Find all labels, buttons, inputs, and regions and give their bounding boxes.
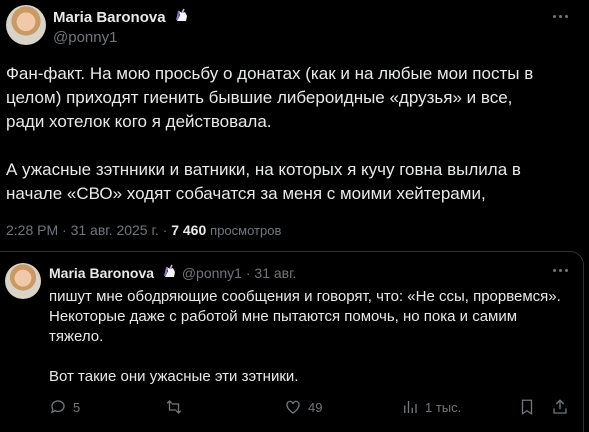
reply-line: Вот такие они ужасные эти зэтники.: [49, 368, 299, 385]
views-icon: [404, 401, 417, 413]
reply-line: пишут мне ободряющие сообщения и говорят…: [49, 288, 561, 305]
post-paragraph-1: Фан-факт. На мою просьбу о донатах (как …: [6, 64, 534, 131]
reply-avatar[interactable]: [5, 263, 41, 299]
reply-action[interactable]: 5: [49, 398, 80, 416]
unicorn-icon: [176, 8, 187, 21]
unicorn-icon: [163, 264, 175, 277]
retweet-action[interactable]: [165, 398, 183, 416]
reply-author-name[interactable]: Maria Baronova: [49, 265, 154, 281]
reply-count: 5: [73, 399, 81, 415]
reply-handle[interactable]: @ponny1: [182, 265, 242, 281]
post-paragraph-2: А ужасные зэтнники и ватники, на которых…: [6, 160, 521, 203]
retweet-icon: [166, 400, 182, 414]
share-action[interactable]: [551, 398, 569, 416]
heart-icon: [286, 400, 300, 414]
views-action[interactable]: 1 тыс.: [401, 398, 461, 416]
author-handle[interactable]: @ponny1: [53, 29, 117, 46]
author-name[interactable]: Maria Baronova: [53, 9, 166, 26]
bookmark-icon: [521, 399, 533, 416]
more-options-icon[interactable]: [553, 15, 568, 18]
reply-body: пишут мне ободряющие сообщения и говорят…: [49, 287, 579, 387]
reply-header: Maria Baronova @ponny1 · 31 авг.: [49, 264, 296, 281]
reply-more-options-icon[interactable]: [553, 269, 568, 272]
reply-views-count: 1 тыс.: [425, 399, 462, 415]
reply-line: Некоторые даже с работой мне пытаются по…: [49, 308, 518, 325]
share-icon: [553, 399, 567, 414]
bookmark-action[interactable]: [518, 398, 536, 416]
like-count: 49: [308, 399, 323, 415]
reply-date[interactable]: · 31 авг.: [246, 265, 297, 281]
reply-line: тяжело.: [49, 328, 104, 345]
post-author: Maria Baronova: [53, 8, 190, 27]
view-count: 7 460: [171, 222, 207, 238]
avatar[interactable]: [6, 5, 46, 45]
reply-icon: [50, 400, 65, 414]
like-action[interactable]: 49: [284, 398, 322, 416]
post-timestamp[interactable]: 2:28 PM · 31 авг. 2025 г. ·: [6, 222, 167, 238]
post-meta: 2:28 PM · 31 авг. 2025 г. · 7 460 просмо…: [6, 222, 281, 238]
views-label: просмотров: [210, 223, 282, 238]
